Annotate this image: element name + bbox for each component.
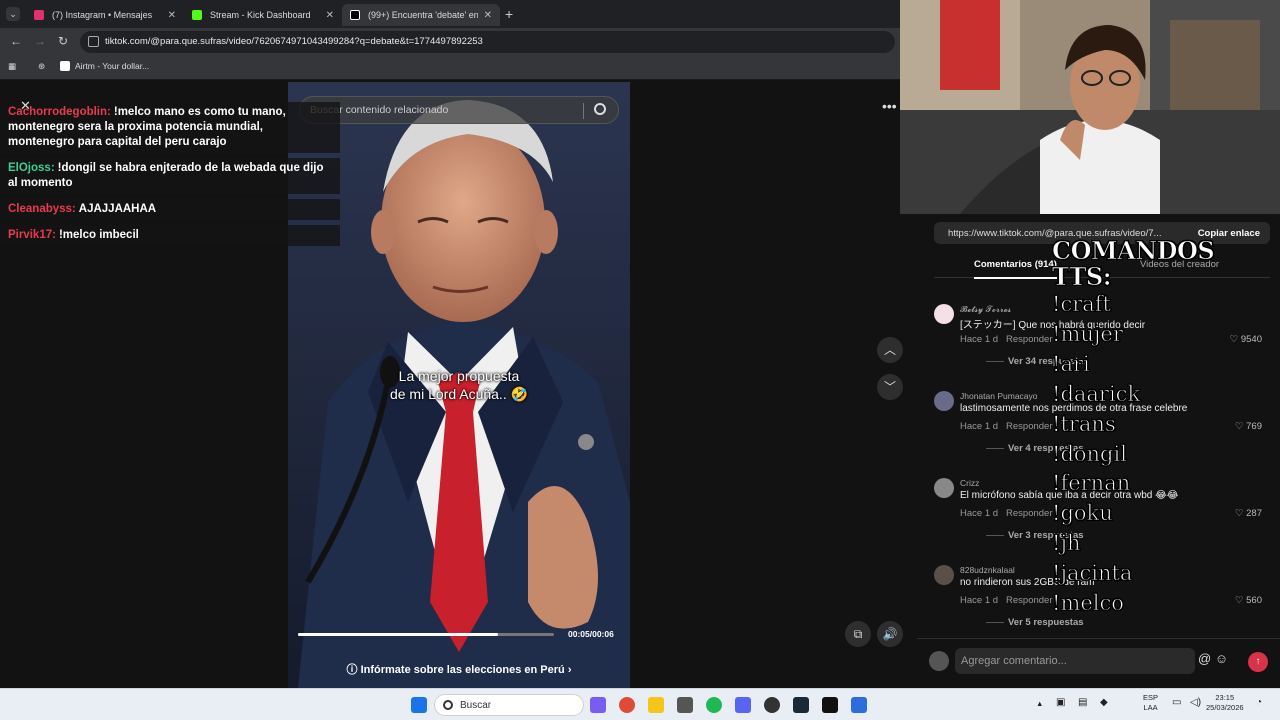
- forward-icon[interactable]: →: [34, 34, 46, 48]
- related-search-input[interactable]: Buscar contenido relacionado: [299, 96, 619, 124]
- close-tab-icon[interactable]: ✕: [326, 10, 334, 21]
- bookmarks-bar: ▦ ⊛ Airtm - Your dollar...: [0, 56, 900, 80]
- search-icon[interactable]: [594, 103, 606, 115]
- avatar: [929, 651, 949, 671]
- taskbar: Buscar ▲ ▣ ▤ ◆ ESP LAA ▭ ◁) 23:15 25/03/20…: [0, 688, 1280, 720]
- chat-message: Cachorrodegoblin: !melco mano es como tu …: [0, 102, 340, 153]
- tab-strip: ⌄ (7) Instagram • Mensajes ✕ Stream - Ki…: [0, 0, 900, 28]
- video-progress-fill: [298, 633, 498, 636]
- tray-icon[interactable]: ▣: [1056, 698, 1065, 708]
- close-tab-icon[interactable]: ✕: [484, 10, 492, 21]
- volume-icon[interactable]: 🔊: [877, 621, 903, 647]
- windows-start-icon[interactable]: [411, 697, 427, 713]
- avatar[interactable]: [934, 478, 954, 498]
- avatar[interactable]: [934, 565, 954, 585]
- avatar[interactable]: [934, 391, 954, 411]
- reply-button[interactable]: Responder: [1006, 508, 1052, 519]
- notifications-icon[interactable]: ◔: [1256, 698, 1262, 708]
- apps-icon[interactable]: ▦: [8, 61, 16, 72]
- copilot-icon[interactable]: [590, 697, 606, 713]
- add-comment-bar: @ ☺ ↑: [917, 638, 1280, 688]
- elections-info-link[interactable]: ⓘ Infórmate sobre las elecciones en Perú…: [288, 656, 630, 684]
- kick-icon: [192, 10, 202, 20]
- steam-icon[interactable]: [793, 697, 809, 713]
- tab-tiktok[interactable]: (99+) Encuentra 'debate' en ✕: [342, 4, 500, 26]
- back-icon[interactable]: ←: [10, 34, 22, 48]
- folder-icon[interactable]: [648, 697, 664, 713]
- discord-icon[interactable]: [735, 697, 751, 713]
- chat-message: Pirvik17: !melco imbecil: [0, 225, 340, 246]
- language-indicator[interactable]: ESP LAA: [1143, 693, 1158, 713]
- site-info-icon[interactable]: [88, 36, 99, 47]
- address-bar-row: ← → ↻ tiktok.com/@para.que.sufras/video/…: [0, 28, 900, 56]
- floating-player-icon[interactable]: ⧉: [845, 621, 871, 647]
- emoji-icon[interactable]: ☺: [1215, 651, 1228, 666]
- more-options-icon[interactable]: •••: [882, 98, 897, 114]
- close-icon[interactable]: ✕: [20, 98, 31, 114]
- bookmark-airtm[interactable]: Airtm - Your dollar...: [60, 61, 149, 71]
- reply-button[interactable]: Responder: [1006, 421, 1052, 432]
- airtm-icon: [60, 61, 70, 71]
- previous-video-icon[interactable]: ︿: [877, 337, 903, 363]
- chat-message: Cleanabyss: AJAJJAAHAA: [0, 199, 340, 220]
- url-field[interactable]: tiktok.com/@para.que.sufras/video/762067…: [80, 31, 895, 53]
- chevron-up-icon[interactable]: ▲: [1036, 699, 1043, 709]
- taskbar-search[interactable]: Buscar: [434, 694, 584, 716]
- comment-input[interactable]: [961, 652, 1191, 670]
- network-icon[interactable]: ▭: [1172, 698, 1181, 708]
- webcam-feed: [900, 0, 1280, 214]
- tab-instagram[interactable]: (7) Instagram • Mensajes ✕: [26, 4, 184, 26]
- clock[interactable]: 23:15 25/03/2026: [1206, 693, 1244, 713]
- video-caption: La mejor propuesta de mi Lord Acuña.. 🤣: [389, 368, 529, 402]
- app-icon[interactable]: [851, 697, 867, 713]
- spotify-icon[interactable]: [706, 697, 722, 713]
- reply-button[interactable]: Responder: [1006, 595, 1052, 606]
- video-time: 00:05/00:06: [568, 629, 614, 639]
- screen: ⌄ (7) Instagram • Mensajes ✕ Stream - Ki…: [0, 0, 1280, 720]
- chevron-right-icon: ›: [567, 664, 572, 676]
- store-icon[interactable]: [677, 697, 693, 713]
- next-video-icon[interactable]: ﹀: [877, 374, 903, 400]
- search-divider: [583, 103, 584, 119]
- video-progress-bar[interactable]: [298, 633, 554, 636]
- terminal-icon[interactable]: [822, 697, 838, 713]
- send-icon[interactable]: ↑: [1248, 652, 1268, 672]
- info-icon: ⓘ: [346, 664, 361, 676]
- stream-chat-overlay: Cachorrodegoblin: !melco mano es como tu …: [0, 102, 340, 251]
- tray-icon[interactable]: ▤: [1078, 698, 1087, 708]
- reply-button[interactable]: Responder: [1006, 334, 1052, 345]
- chat-message: ElOjoss: !dongil se habra enjterado de la…: [0, 158, 340, 194]
- tiktok-icon: [350, 10, 360, 20]
- new-tab-icon[interactable]: +: [505, 6, 513, 22]
- avatar[interactable]: [934, 304, 954, 324]
- extension-icon[interactable]: ⊛: [38, 61, 45, 72]
- reload-icon[interactable]: ↻: [58, 34, 68, 48]
- tab-search-icon[interactable]: ⌄: [6, 7, 20, 21]
- tts-commands-overlay: COMANDOS TTS: !craft !mujer !ari !daaric…: [1052, 236, 1215, 616]
- speaker-icon[interactable]: ◁): [1190, 698, 1201, 708]
- tray-icon[interactable]: ◆: [1100, 698, 1108, 708]
- chrome-icon[interactable]: [619, 697, 635, 713]
- tab-comments[interactable]: Comentarios (914): [974, 259, 1057, 279]
- tab-kick[interactable]: Stream - Kick Dashboard ✕: [184, 4, 342, 26]
- obs-icon[interactable]: [764, 697, 780, 713]
- mention-icon[interactable]: @: [1198, 651, 1211, 666]
- close-tab-icon[interactable]: ✕: [168, 10, 176, 21]
- webcam-image: [900, 0, 1280, 214]
- instagram-icon: [34, 10, 44, 20]
- comment-input-box: [955, 648, 1195, 674]
- search-icon: [443, 700, 453, 710]
